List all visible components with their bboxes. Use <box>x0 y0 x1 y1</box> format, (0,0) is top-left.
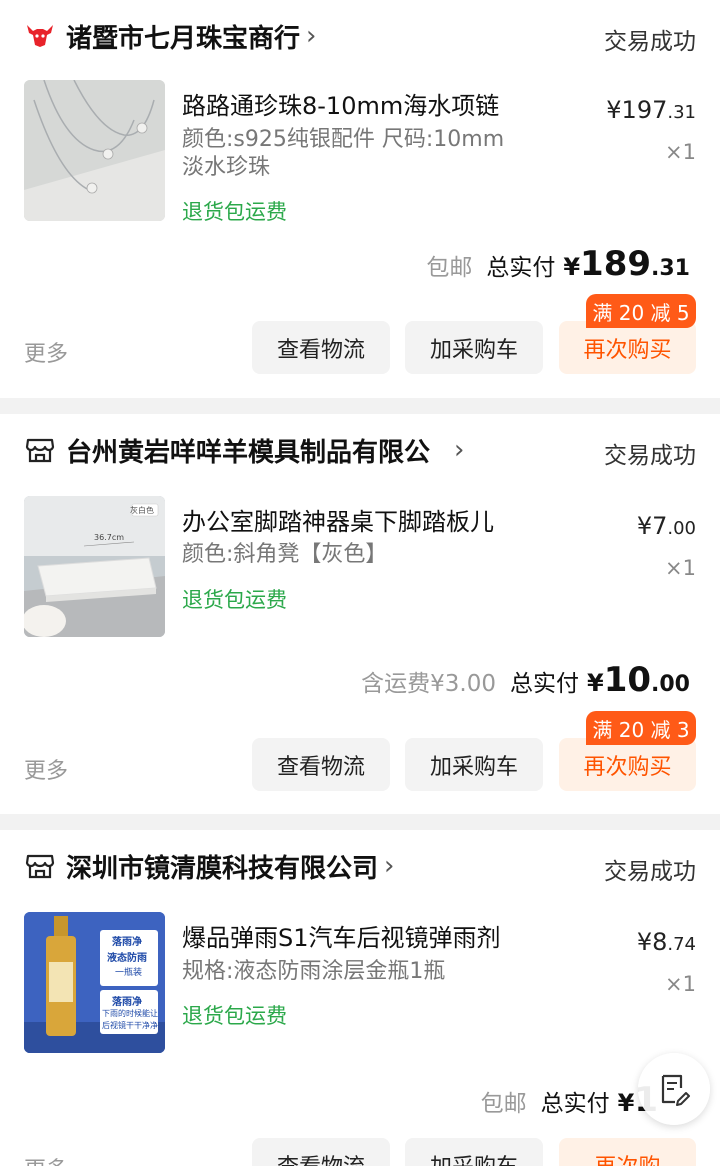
return-shipping-tag: 退货包运费 <box>182 1004 287 1028</box>
thumb-dimension-label: 36.7cm <box>94 533 125 542</box>
order-status: 交易成功 <box>604 859 696 885</box>
total-currency: ¥ <box>586 669 604 697</box>
order-card-1: 诸暨市七月珠宝商行 › 交易成功 路路通珍珠8-10mm海水项链 颜色:s925… <box>0 0 720 398</box>
promo-badge: 满 20 减 3 <box>586 711 696 745</box>
buy-again-button[interactable]: 再次购买 <box>559 738 696 791</box>
price-integer: ¥8 <box>636 928 668 956</box>
total-currency: ¥ <box>617 1089 635 1117</box>
unit-price: ¥8.74 <box>637 928 696 956</box>
total-decimal: .31 <box>651 256 690 281</box>
total-currency: ¥ <box>563 253 581 281</box>
chevron-right-icon[interactable]: › <box>306 21 316 51</box>
return-shipping-tag: 退货包运费 <box>182 588 287 612</box>
more-link[interactable]: 更多 <box>24 1152 68 1166</box>
thumb-text: 落雨净 <box>112 997 142 1008</box>
shop-name[interactable]: 台州黄岩咩咩羊模具制品有限公 <box>66 432 430 469</box>
shop-name[interactable]: 深圳市镜清膜科技有限公司 <box>66 848 378 885</box>
product-spec-line2: 淡水珍珠 <box>182 155 271 180</box>
add-to-cart-button[interactable]: 加采购车 <box>405 1138 543 1166</box>
total-label: 总实付 <box>540 1091 610 1117</box>
edit-note-icon <box>661 1074 690 1106</box>
store-icon <box>24 434 56 466</box>
order-status: 交易成功 <box>604 29 696 55</box>
promo-badge: 满 20 减 5 <box>586 294 696 328</box>
view-logistics-button[interactable]: 查看物流 <box>252 1138 390 1166</box>
thumb-color-label: 灰白色 <box>130 506 154 515</box>
thumb-text: 下雨的时候能让 <box>102 1009 158 1018</box>
total-decimal: .00 <box>651 672 690 697</box>
thumb-text: 液态防雨 <box>107 953 147 964</box>
quantity: ×1 <box>665 972 696 996</box>
freight-info: 包邮 <box>480 1091 527 1117</box>
order-card-2: 台州黄岩咩咩羊模具制品有限公 › 交易成功 灰白色 36.7cm 办公室脚踏神器… <box>0 414 720 814</box>
shop-header[interactable]: 深圳市镜清膜科技有限公司 › 交易成功 <box>24 844 696 888</box>
price-decimal: .00 <box>667 518 696 539</box>
shop-name[interactable]: 诸暨市七月珠宝商行 <box>66 18 300 55</box>
order-status: 交易成功 <box>604 443 696 469</box>
view-logistics-button[interactable]: 查看物流 <box>252 321 390 374</box>
product-thumbnail[interactable]: 灰白色 36.7cm <box>24 496 165 637</box>
product-thumbnail[interactable] <box>24 80 165 221</box>
product-title[interactable]: 路路通珍珠8-10mm海水项链 <box>182 86 499 121</box>
total-label: 总实付 <box>486 255 556 281</box>
quantity: ×1 <box>665 556 696 580</box>
thumb-text: 后视镜干干净净 <box>102 1021 158 1030</box>
buy-again-button[interactable]: 再次购 <box>559 1138 696 1166</box>
order-card-3: 深圳市镜清膜科技有限公司 › 交易成功 落雨净 液态防雨 一瓶装 落雨净 下雨的… <box>0 830 720 1166</box>
unit-price: ¥197.31 <box>606 96 696 124</box>
bull-logo-icon <box>24 20 56 52</box>
more-link[interactable]: 更多 <box>24 753 68 785</box>
chevron-right-icon[interactable]: › <box>384 851 394 881</box>
product-spec: 颜色:斜角凳【灰色】 <box>182 542 388 567</box>
product-title[interactable]: 爆品弹雨S1汽车后视镜弹雨剂 <box>182 918 501 953</box>
price-integer: ¥197 <box>606 96 668 124</box>
add-to-cart-button[interactable]: 加采购车 <box>405 738 543 791</box>
thumb-text: 落雨净 <box>112 937 142 948</box>
add-to-cart-button[interactable]: 加采购车 <box>405 321 543 374</box>
order-total: 包邮 总实付 ¥ 1 <box>481 1080 658 1120</box>
floating-edit-button[interactable] <box>638 1053 710 1125</box>
product-spec: 规格:液态防雨涂层金瓶1瓶 <box>182 959 446 984</box>
price-decimal: .31 <box>667 102 696 123</box>
price-integer: ¥7 <box>636 512 668 540</box>
price-decimal: .74 <box>667 934 696 955</box>
buy-again-button[interactable]: 再次购买 <box>559 321 696 374</box>
product-title[interactable]: 办公室脚踏神器桌下脚踏板儿 <box>182 502 494 537</box>
return-shipping-tag: 退货包运费 <box>182 200 287 224</box>
more-link[interactable]: 更多 <box>24 336 68 368</box>
thumb-text: 一瓶装 <box>115 968 143 978</box>
shop-header[interactable]: 台州黄岩咩咩羊模具制品有限公 › 交易成功 <box>24 428 696 472</box>
view-logistics-button[interactable]: 查看物流 <box>252 738 390 791</box>
total-label: 总实付 <box>509 671 579 697</box>
total-integer: 189 <box>580 244 652 284</box>
freight-info: 含运费¥3.00 <box>361 671 496 697</box>
product-thumbnail[interactable]: 落雨净 液态防雨 一瓶装 落雨净 下雨的时候能让 后视镜干干净净 <box>24 912 165 1053</box>
shop-header[interactable]: 诸暨市七月珠宝商行 › 交易成功 <box>24 14 696 58</box>
chevron-right-icon[interactable]: › <box>454 435 464 465</box>
order-total: 包邮 总实付 ¥ 189 .31 <box>426 244 690 284</box>
quantity: ×1 <box>665 140 696 164</box>
store-icon <box>24 850 56 882</box>
total-integer: 10 <box>603 660 652 700</box>
unit-price: ¥7.00 <box>637 512 696 540</box>
order-total: 含运费¥3.00 总实付 ¥ 10 .00 <box>361 660 690 700</box>
freight-info: 包邮 <box>426 255 473 281</box>
product-spec: 颜色:s925纯银配件 尺码:10mm <box>182 127 505 152</box>
